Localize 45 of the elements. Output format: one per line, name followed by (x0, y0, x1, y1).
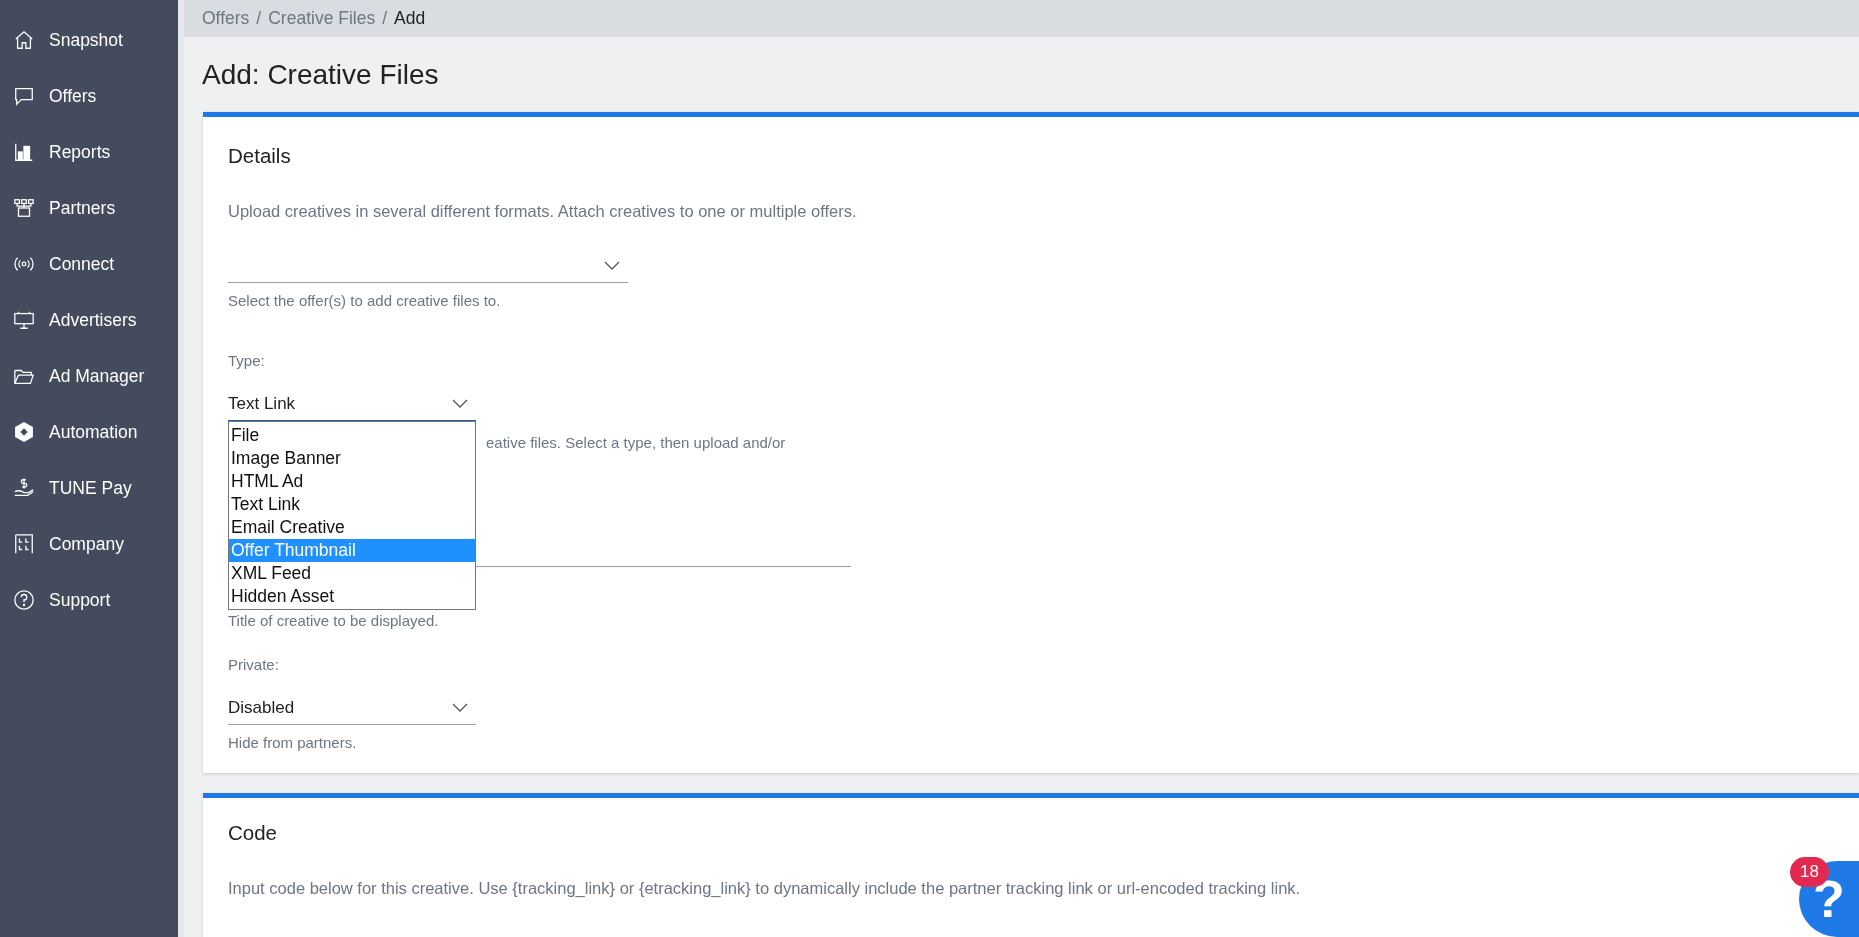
bar-chart-icon (13, 141, 35, 163)
breadcrumb-link[interactable]: Add (394, 8, 426, 29)
private-select[interactable]: Disabled (228, 691, 476, 725)
sidebar-item[interactable]: Partners (0, 180, 178, 236)
sidebar-item[interactable]: Advertisers (0, 292, 178, 348)
sidebar-item[interactable]: TUNE Pay (0, 460, 178, 516)
dropdown-option[interactable]: HTML Ad (229, 470, 475, 493)
page-title: Add: Creative Files (202, 59, 440, 92)
section-heading: Details (228, 143, 291, 169)
org-chart-icon (13, 197, 35, 219)
section-description: Input code below for this creative. Use {tracking_link} or {etracking_link} to dynamically include the partner tracking link or url-encoded tracking link. (228, 878, 1301, 899)
section-description: Upload creatives in several different formats. Attach creatives to one or multiple offers. (228, 201, 858, 222)
hand-dollar-icon (13, 477, 35, 499)
hexagon-icon (13, 421, 35, 443)
dropdown-option[interactable]: XML Feed (229, 562, 475, 585)
dropdown-option[interactable]: Hidden Asset (229, 585, 475, 608)
sidebar-item[interactable]: Support (0, 572, 178, 628)
breadcrumb-separator: / (382, 8, 388, 29)
chevron-down-icon (452, 702, 468, 713)
sidebar-item[interactable]: Reports (0, 124, 178, 180)
field-help-text: eative files. Select a type, then upload and/or (486, 433, 787, 453)
dropdown-option[interactable]: File (229, 424, 475, 447)
dropdown-option[interactable]: Image Banner (229, 447, 475, 470)
section-heading: Code (228, 820, 277, 846)
sidebar-item[interactable]: Automation (0, 404, 178, 460)
sidebar-item[interactable]: Snapshot (0, 12, 178, 68)
breadcrumb-separator: / (256, 8, 262, 29)
field-help-text: Select the offer(s) to add creative files to. (228, 291, 502, 311)
sidebar-item[interactable]: Company (0, 516, 178, 572)
building-icon (13, 533, 35, 555)
dropdown-option[interactable]: Text Link (229, 493, 475, 516)
field-help-text: Hide from partners. (228, 733, 358, 753)
field-label: Private: (228, 655, 280, 675)
sidebar-item[interactable]: Offers (0, 68, 178, 124)
field-label: Type: (228, 351, 266, 371)
sidebar-item[interactable]: Ad Manager (0, 348, 178, 404)
speech-bubble-icon (13, 85, 35, 107)
field-help-text: Title of creative to be displayed. (228, 611, 440, 631)
chevron-down-icon (452, 398, 468, 409)
help-icon (13, 589, 35, 611)
billboard-icon (13, 309, 35, 331)
dropdown-option[interactable]: Email Creative (229, 516, 475, 539)
sidebar-item[interactable]: Connect (0, 236, 178, 292)
chevron-down-icon (604, 260, 620, 271)
home-icon (13, 29, 35, 51)
